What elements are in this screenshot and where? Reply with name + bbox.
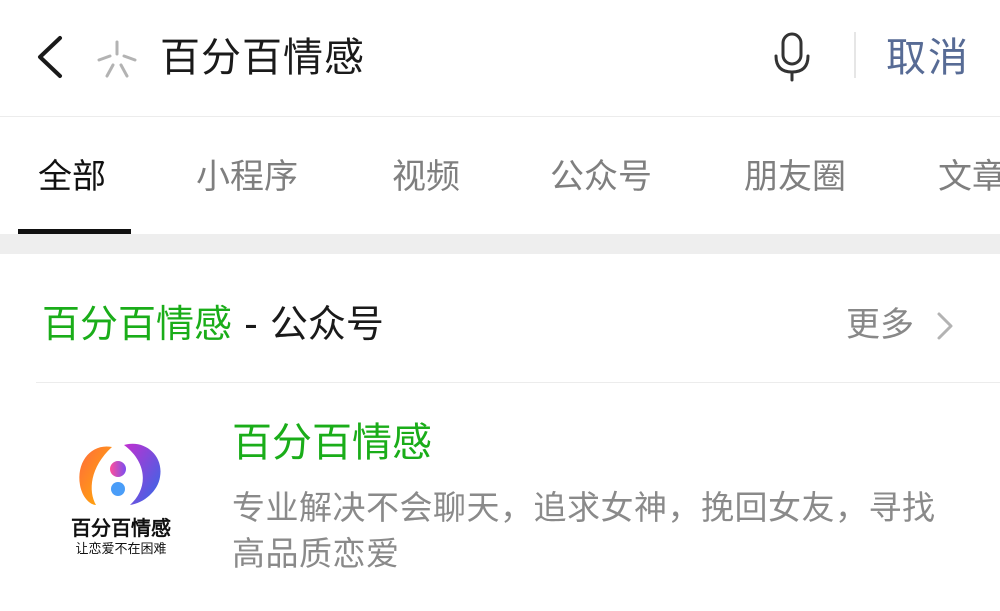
microphone-icon[interactable]: [770, 32, 814, 82]
brand-logo-icon: [79, 443, 161, 505]
tab-mini-programs[interactable]: 小程序: [196, 155, 298, 199]
divider: [854, 32, 856, 78]
tab-all[interactable]: 全部: [38, 155, 106, 199]
tab-official-accounts[interactable]: 公众号: [550, 155, 652, 199]
search-input[interactable]: 百分百情感: [160, 30, 365, 86]
cancel-button[interactable]: 取消: [886, 30, 970, 86]
official-account-result[interactable]: 百分百情感 让恋爱不在困难 百分百情感 专业解决不会聊天，追求女神，挽回女友，寻…: [0, 383, 1000, 611]
search-icon: [97, 40, 137, 78]
search-filter-tabs: 全部 小程序 视频 公众号 朋友圈 文章: [0, 117, 1000, 234]
tab-videos[interactable]: 视频: [392, 155, 460, 199]
account-description: 专业解决不会聊天，追求女神，挽回女友，寻找高品质恋爱: [232, 488, 936, 573]
back-icon[interactable]: [30, 34, 70, 80]
logo-slogan: 让恋爱不在困难: [75, 542, 167, 557]
section-title-type: - 公众号: [232, 302, 384, 346]
section-title-highlight: 百分百情感: [42, 302, 233, 346]
tab-articles[interactable]: 文章: [938, 155, 1000, 199]
account-avatar: 百分百情感 让恋爱不在困难: [58, 429, 184, 565]
chevron-right-icon[interactable]: [934, 310, 956, 342]
more-button[interactable]: 更多: [846, 302, 914, 348]
account-name: 百分百情感: [232, 420, 432, 466]
tab-moments[interactable]: 朋友圈: [744, 155, 846, 199]
section-separator: [0, 234, 1000, 254]
logo-brand-text: 百分百情感: [71, 516, 171, 540]
search-bar: 百分百情感 取消: [0, 0, 1000, 116]
section-title: 百分百情感 - 公众号: [42, 298, 384, 350]
section-header: 百分百情感 - 公众号 更多: [0, 254, 1000, 382]
